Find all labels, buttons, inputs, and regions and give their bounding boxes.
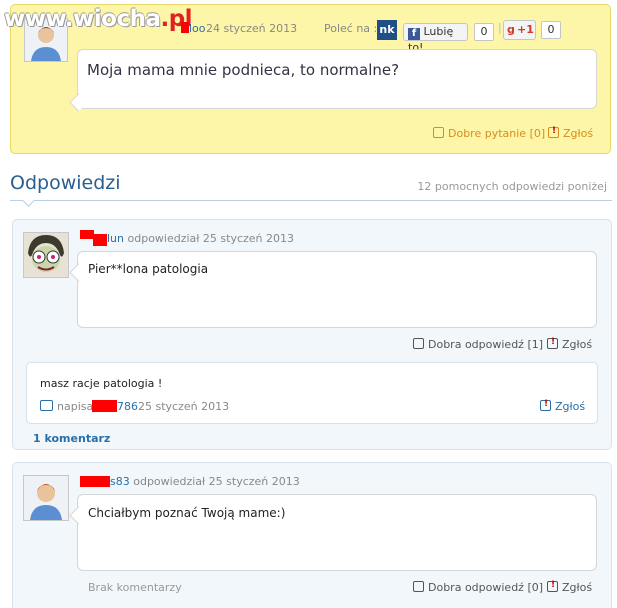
google-plus-button[interactable]: g +1 xyxy=(503,20,536,40)
comment-date: 25 styczeń 2013 xyxy=(138,400,230,413)
answer-author-avatar[interactable] xyxy=(23,475,69,521)
report-icon xyxy=(540,399,551,411)
question-text: Moja mama mnie podnieca, to normalne? xyxy=(87,61,400,79)
comment-text: masz racje patologia ! xyxy=(40,377,163,390)
report-question-button[interactable]: Zgłoś xyxy=(548,126,593,140)
comment-meta: napisał xyxy=(40,400,96,413)
report-icon xyxy=(547,337,558,349)
default-avatar-icon xyxy=(24,476,68,520)
header-pointer xyxy=(22,194,35,207)
comments-count-link[interactable]: 1 komentarz xyxy=(33,432,110,445)
answer-author-avatar[interactable] xyxy=(23,232,69,278)
report-icon xyxy=(548,126,559,138)
thumbs-up-icon xyxy=(413,338,424,349)
report-answer-button[interactable]: Zgłoś xyxy=(547,337,592,351)
site-logo[interactable]: www.wiocha.pl xyxy=(4,6,193,32)
answer-author-name[interactable]: lun xyxy=(107,232,124,245)
comment-card xyxy=(26,362,598,424)
good-answer-button[interactable]: Dobra odpowiedź [0] xyxy=(413,581,543,594)
redaction-mark xyxy=(92,400,117,412)
question-date: 24 styczeń 2013 xyxy=(206,22,298,35)
good-question-button[interactable]: Dobre pytanie [0] xyxy=(433,127,545,140)
redaction-mark xyxy=(93,234,107,246)
no-comments-label: Brak komentarzy xyxy=(88,581,182,594)
redaction-mark xyxy=(181,22,189,33)
facebook-icon: f xyxy=(408,28,420,40)
answers-divider xyxy=(10,200,612,201)
share-label: Poleć na : xyxy=(324,22,378,35)
thumbs-up-icon xyxy=(413,581,424,592)
good-answer-button[interactable]: Dobra odpowiedź [1] xyxy=(413,338,543,351)
google-plus-icon: g xyxy=(507,23,515,36)
divider: | xyxy=(498,21,502,34)
thumbs-up-icon xyxy=(433,127,444,138)
answer-author-line: lun odpowiedział 25 styczeń 2013 xyxy=(107,232,295,245)
answers-heading: Odpowiedzi xyxy=(10,172,121,194)
redaction-mark xyxy=(80,476,110,487)
report-comment-button[interactable]: Zgłoś xyxy=(540,399,585,413)
nk-share-button[interactable]: nk xyxy=(377,20,397,40)
facebook-like-count: 0 xyxy=(474,23,494,41)
report-icon xyxy=(547,580,558,592)
facebook-like-button[interactable]: f Lubię to! xyxy=(403,23,468,54)
comment-icon xyxy=(40,400,53,411)
question-bubble xyxy=(77,49,597,109)
answers-count: 12 pomocnych odpowiedzi poniżej xyxy=(417,180,607,193)
answer-author-line: s83 odpowiedział 25 styczeń 2013 xyxy=(110,475,300,488)
question-author-name[interactable]: loo xyxy=(189,22,206,35)
redaction-mark xyxy=(80,230,94,239)
answer-text: Chciałbym poznać Twoją mame:) xyxy=(88,506,286,520)
answer-text: Pier**lona patologia xyxy=(88,262,209,276)
monster-avatar-icon xyxy=(24,233,68,277)
comment-author-name[interactable]: 786 xyxy=(117,400,138,413)
answer-author-name[interactable]: s83 xyxy=(110,475,130,488)
report-answer-button[interactable]: Zgłoś xyxy=(547,580,592,594)
google-plus-count: 0 xyxy=(541,21,561,39)
